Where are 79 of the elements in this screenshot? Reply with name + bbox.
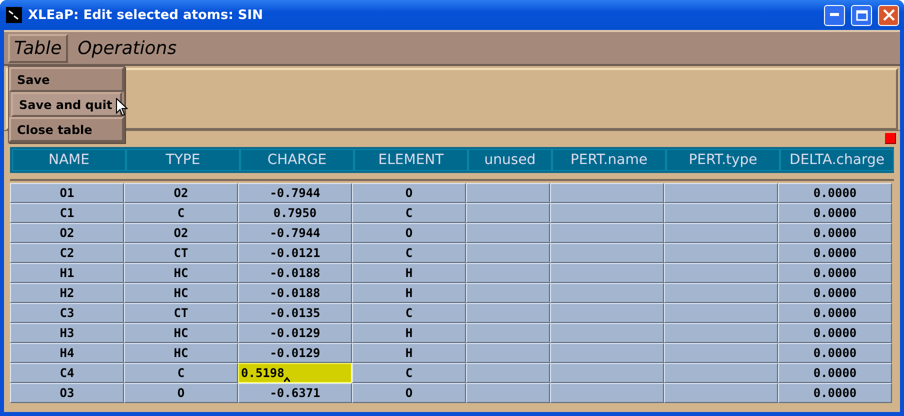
table-cell: C1 (10, 203, 124, 223)
table-cell: -0.7944 (238, 223, 352, 243)
table-cell: -0.7944 (238, 183, 352, 203)
table-cell: -0.6371 (238, 383, 352, 403)
column-header[interactable]: DELTA.charge (780, 149, 894, 171)
table-cell: H (352, 283, 466, 303)
column-header[interactable]: TYPE (126, 149, 240, 171)
table-cell: O2 (124, 223, 238, 243)
table-cell: 0.0000 (778, 303, 892, 323)
table-cell: C (124, 203, 238, 223)
table-cell: CT (124, 243, 238, 263)
table-cell: C3 (10, 303, 124, 323)
column-header[interactable]: unused (468, 149, 552, 171)
table-cell: -0.0121 (238, 243, 352, 263)
table-cell: 0.0000 (778, 383, 892, 403)
table-cell: C (352, 363, 466, 383)
table-cell: 0.0000 (778, 263, 892, 283)
maximize-button[interactable] (851, 4, 872, 26)
table-cell: H (352, 323, 466, 343)
table-cell: H3 (10, 323, 124, 343)
table-cell: 0.0000 (778, 323, 892, 343)
input-field[interactable]: 0.5198 (238, 363, 352, 383)
table-cell: HC (124, 283, 238, 303)
table-cell: -0.0188 (238, 263, 352, 283)
table-cell: O (352, 383, 466, 403)
table-cell: 0.0000 (778, 363, 892, 383)
column-header[interactable]: PERT.name (552, 149, 666, 171)
table-cell: C (352, 303, 466, 323)
table-cell: 0.0000 (778, 343, 892, 363)
table-cell: H (352, 343, 466, 363)
minimize-icon (830, 13, 839, 17)
menu-item[interactable]: Save (9, 67, 124, 92)
table-cell: H2 (10, 283, 124, 303)
table-cell: HC (124, 263, 238, 283)
table-cell: 0.0000 (778, 283, 892, 303)
table-cell: C (352, 203, 466, 223)
table-cell: H (352, 263, 466, 283)
column-header[interactable]: ELEMENT (354, 149, 468, 171)
window-title: XLEaP: Edit selected atoms: SIN (28, 8, 264, 22)
status-indicator (885, 133, 896, 144)
table-cell: H1 (10, 263, 124, 283)
table-cell: -0.0129 (238, 343, 352, 363)
table-cell: C (124, 363, 238, 383)
app-icon (6, 7, 22, 23)
table-cell: CT (124, 303, 238, 323)
table-cell: O1 (10, 183, 124, 203)
caret-icon (284, 377, 290, 382)
table-cell: O (352, 183, 466, 203)
column-header[interactable]: CHARGE (240, 149, 354, 171)
table-cell: H4 (10, 343, 124, 363)
menu-item[interactable]: Operations (72, 34, 183, 62)
table-cell: O3 (10, 383, 124, 403)
table-cell: O2 (124, 183, 238, 203)
table-cell: C (352, 243, 466, 263)
table-cell: C4 (10, 363, 124, 383)
table-cell: C2 (10, 243, 124, 263)
table-cell: O (352, 223, 466, 243)
pointer-icon (116, 98, 128, 117)
menu-item[interactable]: Table (8, 34, 68, 62)
menu-item[interactable]: Close table (9, 117, 124, 142)
table-cell: O (124, 383, 238, 403)
close-button[interactable] (878, 4, 899, 26)
table-cell: -0.0129 (238, 323, 352, 343)
minimize-button[interactable] (824, 4, 845, 26)
table-cell: HC (124, 323, 238, 343)
table-cell: 0.0000 (778, 243, 892, 263)
table-cell: 0.0000 (778, 183, 892, 203)
table-cell: -0.0188 (238, 283, 352, 303)
menu-item[interactable]: Save and quit (11, 92, 122, 117)
table-cell: 0.0000 (778, 203, 892, 223)
table-cell: HC (124, 343, 238, 363)
close-icon (882, 9, 894, 21)
table-cell: -0.0135 (238, 303, 352, 323)
maximize-icon (856, 10, 868, 20)
column-header[interactable]: NAME (12, 149, 126, 171)
table-cell: 0.7950 (238, 203, 352, 223)
column-header[interactable]: PERT.type (666, 149, 780, 171)
table-cell: O2 (10, 223, 124, 243)
table-cell: 0.0000 (778, 223, 892, 243)
